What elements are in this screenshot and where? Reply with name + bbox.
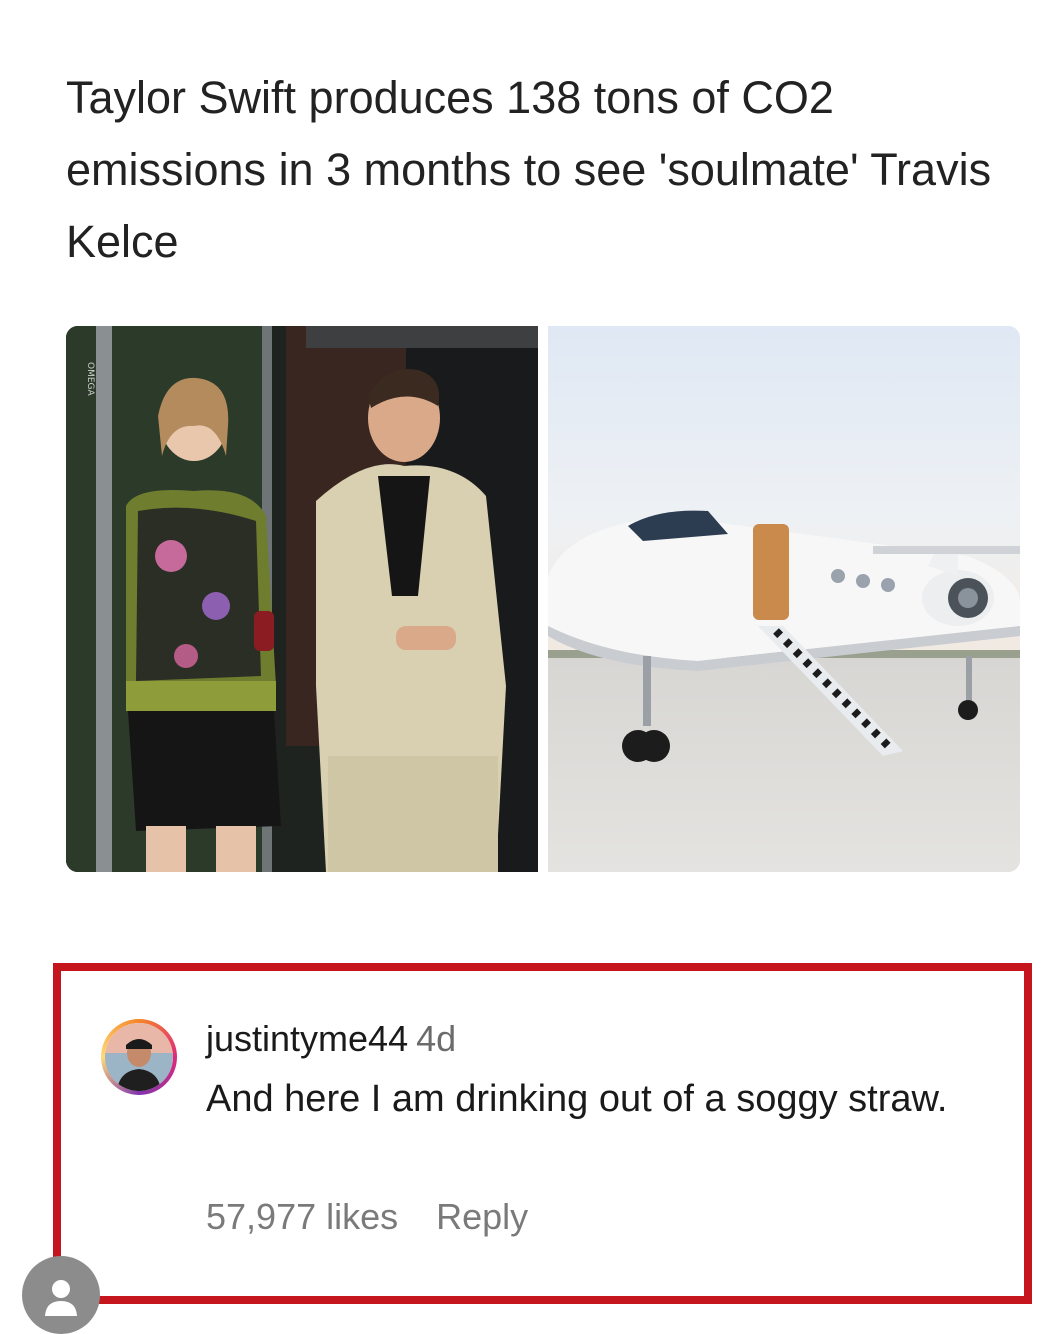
post-headline: Taylor Swift produces 138 tons of CO2 em…: [66, 72, 992, 267]
photo-watermark: OMEGA: [85, 362, 95, 397]
private-jet-photo: [548, 326, 1020, 872]
comment-text: And here I am drinking out of a soggy st…: [206, 1078, 948, 1120]
couple-photo: OMEGA: [66, 326, 538, 872]
comment-likes[interactable]: 57,977 likes: [206, 1196, 398, 1237]
user-icon[interactable]: [22, 1256, 100, 1334]
comment-header: justintyme44 4d: [206, 1015, 456, 1063]
comment-timestamp: 4d: [416, 1018, 457, 1059]
comment-username[interactable]: justintyme44: [206, 1018, 408, 1059]
avatar[interactable]: [105, 1023, 173, 1091]
comment-actions: 57,977 likes Reply: [206, 1193, 528, 1241]
reply-button[interactable]: Reply: [436, 1196, 528, 1237]
highlighted-comment: justintyme44 4d And here I am drinking ou…: [53, 963, 1032, 1304]
avatar-story-ring[interactable]: [101, 1019, 177, 1095]
